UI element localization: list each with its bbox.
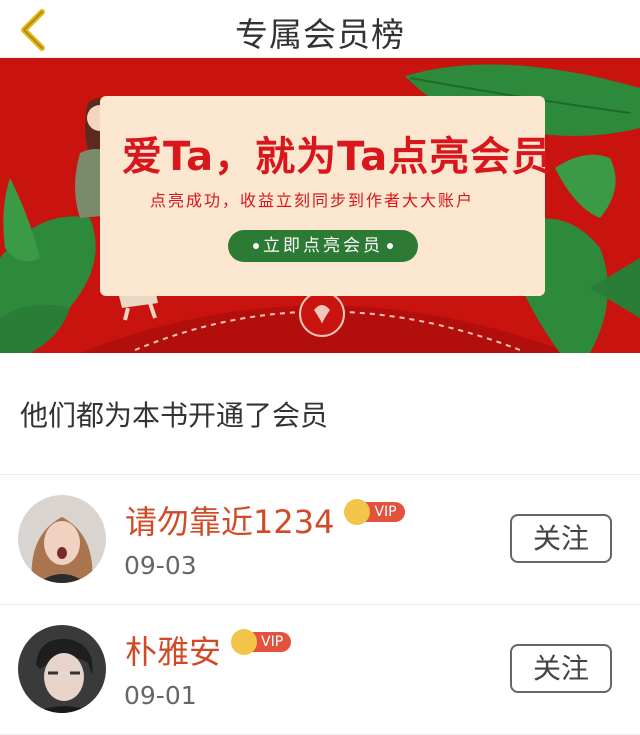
follow-button[interactable]: 关注 [510, 644, 612, 693]
vip-badge: VIP [231, 629, 292, 655]
member-date: 09-03 [124, 551, 197, 580]
avatar[interactable] [18, 625, 106, 713]
banner-headline: 爱Ta，就为Ta点亮会员 [122, 134, 553, 180]
crown-icon [231, 629, 258, 655]
member-name[interactable]: 请勿靠近1234 VIP [125, 497, 405, 543]
member-date: 09-01 [124, 681, 197, 710]
promo-banner[interactable]: 爱Ta，就为Ta点亮会员 点亮成功，收益立刻同步到作者大大账户 立即点亮会员 [0, 58, 640, 353]
member-row[interactable]: 请勿靠近1234 VIP 09-03 关注 [0, 475, 640, 605]
top-bar: 专属会员榜 [0, 0, 640, 58]
avatar[interactable] [18, 495, 106, 583]
light-up-membership-button[interactable]: 立即点亮会员 [228, 230, 418, 262]
cta-label: 立即点亮会员 [263, 236, 383, 256]
section-title: 他们都为本书开通了会员 [0, 353, 640, 475]
dot-icon [253, 243, 259, 249]
vip-badge: VIP [344, 499, 405, 525]
banner-subtitle: 点亮成功，收益立刻同步到作者大大账户 [150, 191, 475, 210]
page-title: 专属会员榜 [235, 15, 405, 54]
follow-button[interactable]: 关注 [510, 514, 612, 563]
member-name[interactable]: 朴雅安 VIP [125, 627, 292, 673]
dot-icon [387, 243, 393, 249]
